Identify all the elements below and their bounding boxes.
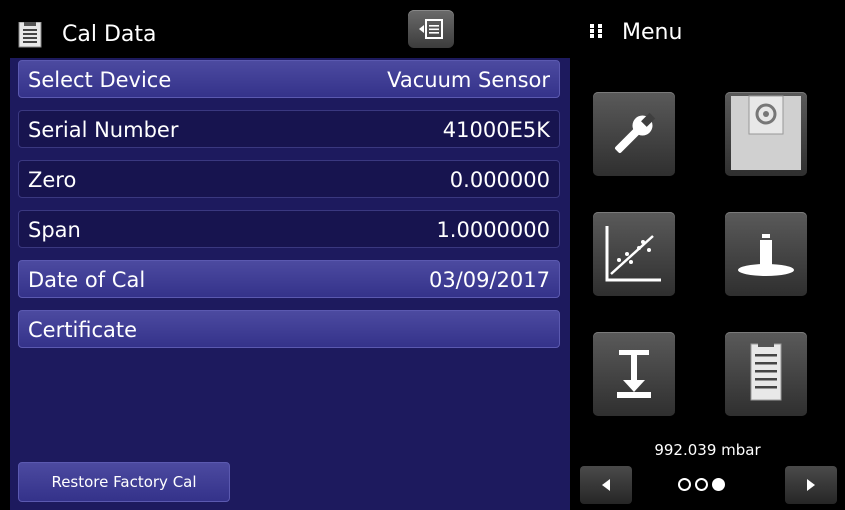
page-dot [695, 478, 708, 491]
weight-tile[interactable] [725, 212, 807, 296]
floppy-disk-icon [731, 95, 801, 170]
row-label: Span [28, 218, 81, 242]
right-arrow-icon [807, 479, 815, 491]
page-dot-active [712, 478, 725, 491]
range-icon [617, 350, 651, 398]
pressure-reading: 992.039 mbar [654, 441, 761, 459]
row-label: Zero [28, 168, 77, 192]
clipboard-icon [18, 21, 42, 48]
calibration-chart-icon [605, 226, 661, 282]
range-tile[interactable] [593, 332, 675, 416]
next-page-button[interactable] [785, 466, 837, 504]
save-tile[interactable] [725, 92, 807, 176]
date-of-cal-row[interactable]: Date of Cal 03/09/2017 [18, 260, 560, 298]
grid-icon [590, 24, 604, 38]
certificate-row[interactable]: Certificate [18, 310, 560, 348]
row-value: 03/09/2017 [428, 268, 550, 292]
row-value: 41000E5K [442, 118, 550, 142]
page-dot [678, 478, 691, 491]
span-row: Span 1.0000000 [18, 210, 560, 248]
cal-data-list: Select Device Vacuum Sensor Serial Numbe… [10, 58, 570, 510]
clipboard-icon [750, 342, 782, 401]
menu-panel: Menu 992.039 mbar [570, 0, 845, 510]
setup-tile[interactable] [593, 92, 675, 176]
row-label: Date of Cal [28, 268, 146, 292]
menu-title: Menu [622, 20, 683, 45]
row-value: 1.0000000 [436, 218, 550, 242]
restore-factory-cal-button[interactable]: Restore Factory Cal [18, 462, 230, 502]
title-bar: Cal Data [0, 0, 570, 60]
select-device-row[interactable]: Select Device Vacuum Sensor [18, 60, 560, 98]
row-value: Vacuum Sensor [387, 68, 550, 92]
zero-row: Zero 0.000000 [18, 160, 560, 198]
row-label: Select Device [28, 68, 172, 92]
row-label: Serial Number [28, 118, 179, 142]
left-arrow-icon [602, 479, 610, 491]
row-value: 0.000000 [449, 168, 550, 192]
menu-header: Menu [590, 20, 682, 45]
cal-data-panel: Cal Data Select Device Vacuum Sensor Ser… [0, 0, 570, 510]
page-title: Cal Data [62, 22, 157, 47]
page-indicator [678, 476, 748, 496]
prev-page-button[interactable] [580, 466, 632, 504]
row-label: Certificate [28, 318, 138, 342]
calibration-tile[interactable] [593, 212, 675, 296]
serial-number-row: Serial Number 41000E5K [18, 110, 560, 148]
wrench-icon [615, 112, 656, 153]
back-button[interactable] [408, 10, 454, 48]
cal-data-tile[interactable] [725, 332, 807, 416]
weight-icon [738, 234, 794, 276]
